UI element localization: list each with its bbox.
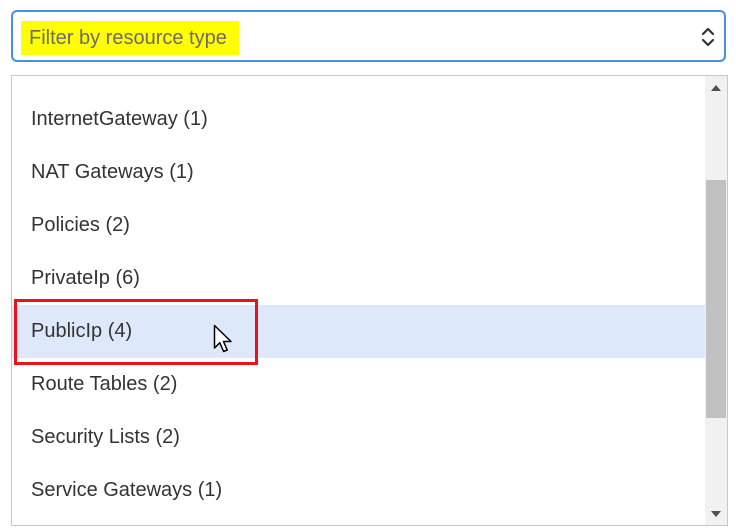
list-item[interactable]: Service Gateways (1) [12, 464, 705, 517]
list-item-label: Security Lists (2) [31, 426, 180, 448]
list-item-label: Route Tables (2) [31, 373, 178, 395]
scroll-down-arrow-icon[interactable] [711, 511, 721, 517]
scrollbar-thumb[interactable] [706, 180, 726, 418]
vertical-scrollbar[interactable] [705, 76, 727, 526]
filter-placeholder: Filter by resource type [21, 21, 239, 55]
list-item-label: Service Gateways (1) [31, 479, 223, 501]
list-item[interactable]: Policies (2) [12, 199, 705, 252]
list-item-label: PrivateIp (6) [31, 267, 140, 289]
list-item-label: Policies (2) [31, 214, 130, 236]
chevron-up-down-icon[interactable] [700, 24, 716, 50]
dropdown-bottom-divider [11, 525, 728, 526]
list-item[interactable]: Route Tables (2) [12, 358, 705, 411]
list-item-label: InternetGateway (1) [31, 108, 208, 130]
mouse-pointer-icon [213, 324, 232, 353]
scroll-up-arrow-icon[interactable] [711, 85, 721, 91]
resource-filter-root: Filter by resource type InternetGateway … [0, 0, 736, 532]
list-item[interactable]: NAT Gateways (1) [12, 146, 705, 199]
list-item[interactable]: Security Lists (2) [12, 411, 705, 464]
list-item[interactable]: InternetGateway (1) [12, 93, 705, 146]
list-item[interactable]: PrivateIp (6) [12, 252, 705, 305]
list-item-label: NAT Gateways (1) [31, 161, 194, 183]
resource-type-select[interactable]: Filter by resource type [11, 10, 726, 62]
